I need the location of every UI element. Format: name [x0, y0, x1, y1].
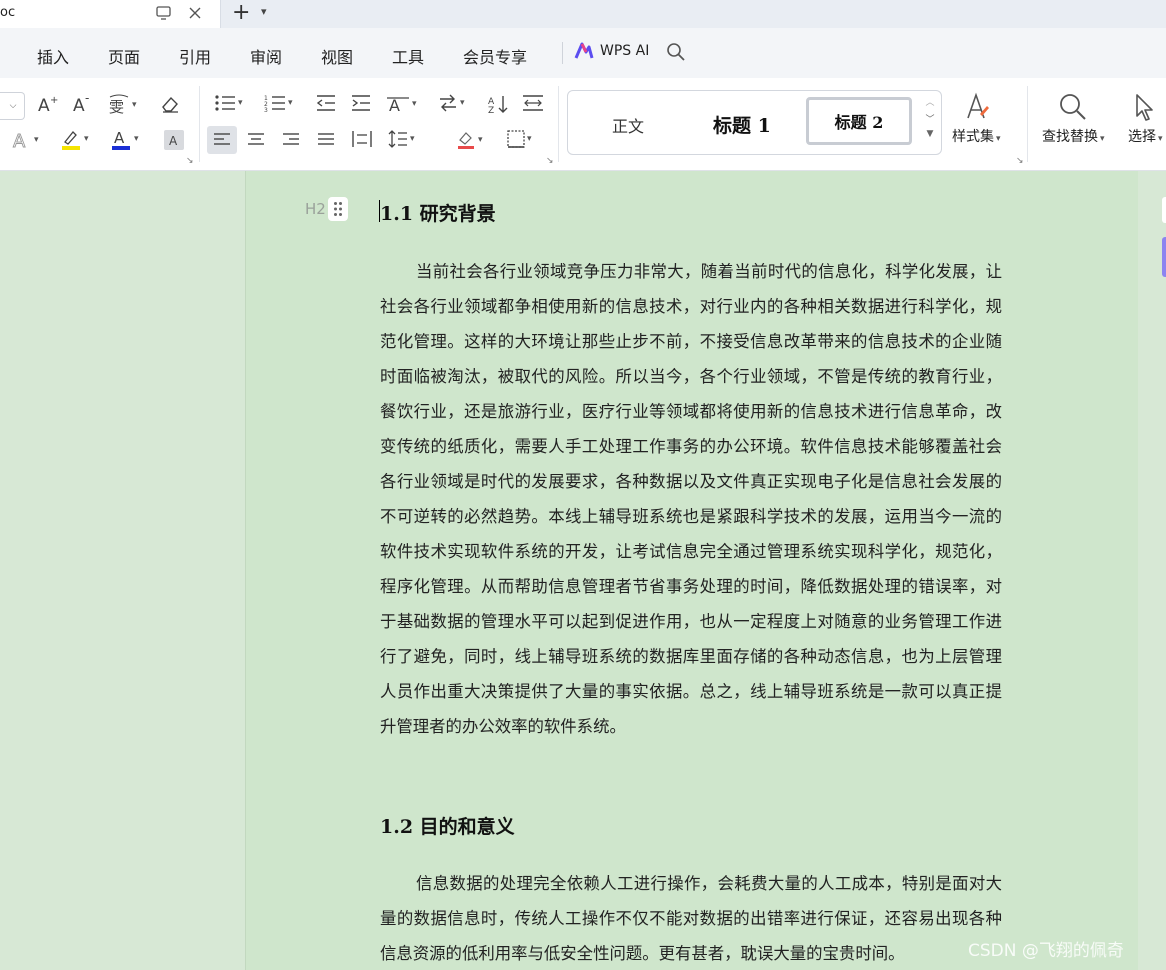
svg-text:+: + [50, 95, 58, 106]
grow-font-icon[interactable]: A + [38, 94, 60, 114]
wps-ai-logo-icon [574, 42, 594, 59]
style-normal[interactable]: 正文 [612, 113, 644, 137]
document-tab[interactable]: oc [0, 0, 221, 28]
increase-indent-icon[interactable] [351, 94, 371, 112]
style-set-button[interactable]: 样式集 ▾ [952, 92, 1001, 146]
style-heading-2[interactable]: 标题 2 [806, 97, 912, 145]
select-label: 选择 [1128, 129, 1156, 145]
style-set-label: 样式集 [952, 129, 994, 145]
menu-divider [562, 42, 563, 64]
find-replace-button[interactable]: 查找替换 ▾ [1042, 92, 1105, 146]
numbered-list-icon[interactable]: 1 2 3 ▾ [264, 94, 293, 112]
paragraph-dialog-launcher-icon[interactable]: ↘ [546, 156, 554, 166]
styles-dialog-launcher-icon[interactable]: ↘ [1016, 156, 1024, 166]
cursor-arrow-icon [1136, 94, 1154, 121]
drag-handle-icon[interactable] [328, 197, 348, 221]
ribbon-divider [199, 86, 200, 162]
phonetic-guide-icon[interactable]: 雯 ▾ [108, 94, 137, 116]
search-icon[interactable] [666, 42, 686, 66]
menu-references[interactable]: 引用 [179, 44, 211, 68]
font-size-dropdown[interactable]: ⌵ [0, 92, 25, 120]
tab-strip: oc + ▾ [0, 0, 1166, 28]
svg-text:A: A [73, 96, 85, 114]
chevron-down-icon[interactable]: ▾ [261, 5, 267, 18]
select-button[interactable]: 选择 ▾ [1128, 92, 1163, 146]
menu-page[interactable]: 页面 [108, 44, 140, 68]
svg-text:A: A [38, 96, 50, 114]
svg-text:A: A [389, 96, 400, 114]
paragraph-shading-icon[interactable]: ▾ [456, 130, 483, 150]
wps-writer-window: oc + ▾ 插入 页面 引用 审阅 视图 工具 会员专享 WPS AI ⌵ A… [0, 0, 1166, 970]
paragraph-purpose-significance[interactable]: 信息数据的处理完全依赖人工进行操作，会耗费大量的人工成本，特别是面对大量的数据信… [380, 866, 1002, 970]
svg-text:Z: Z [488, 106, 494, 114]
right-side-rail [1138, 171, 1166, 970]
show-hide-marks-icon[interactable] [522, 94, 544, 112]
chevron-up-icon[interactable]: ︿ [925, 95, 934, 108]
wps-ai-button[interactable]: WPS AI [574, 42, 649, 60]
find-magnifier-icon [1060, 94, 1086, 120]
ribbon-divider [1027, 86, 1028, 162]
paragraph-research-background[interactable]: 当前社会各行业领域竞争压力非常大，随着当前时代的信息化，科学化发展，让社会各行业… [380, 254, 1002, 744]
menu-membership[interactable]: 会员专享 [463, 44, 527, 68]
chevron-down-icon[interactable]: ﹀ [925, 112, 934, 125]
align-center-icon[interactable] [247, 132, 265, 148]
style-heading-1[interactable]: 标题 1 [713, 111, 771, 138]
justify-icon[interactable] [317, 132, 335, 148]
svg-text:3: 3 [264, 107, 268, 112]
svg-text:A: A [114, 129, 125, 147]
style-gallery: 正文 标题 1 标题 2 ︿ ﹀ ▼ [567, 90, 942, 155]
character-shading-icon[interactable]: A [164, 130, 184, 150]
align-right-icon[interactable] [282, 132, 300, 148]
svg-text:-: - [85, 94, 89, 105]
distributed-align-icon[interactable] [352, 130, 372, 148]
text-effect-icon[interactable]: A ▾ [12, 130, 39, 150]
bullet-list-icon[interactable]: ▾ [214, 94, 243, 112]
ribbon-toolbar: ⌵ A + A- 雯 ▾ A ▾ ▾ A ▾ A ↘ ▾ 1 2 3 ▾ A ▾… [0, 78, 1166, 171]
svg-text:A: A [169, 134, 178, 147]
svg-text:A: A [13, 131, 26, 150]
gallery-scroll-controls: ︿ ﹀ ▼ [922, 95, 938, 139]
find-replace-label: 查找替换 [1042, 129, 1098, 145]
menu-bar: 插入 页面 引用 审阅 视图 工具 会员专享 WPS AI [0, 28, 1166, 79]
style-set-icon [967, 92, 990, 119]
document-tab-title: oc [0, 5, 16, 20]
decrease-indent-icon[interactable] [316, 94, 336, 112]
svg-text:雯: 雯 [109, 98, 124, 116]
font-color-icon[interactable]: A ▾ [110, 128, 139, 150]
ribbon-divider [558, 86, 559, 162]
line-spacing-icon[interactable]: ▾ [388, 130, 415, 148]
highlight-color-icon[interactable]: ▾ [60, 128, 89, 150]
new-tab-plus-icon[interactable]: + [232, 1, 250, 25]
heading-purpose-significance[interactable]: 1.2 目的和意义 [380, 812, 515, 839]
shrink-font-icon[interactable]: A- [73, 94, 95, 114]
side-panel-tab[interactable] [1162, 197, 1166, 223]
style-heading-2-label: 标题 2 [834, 113, 884, 132]
wps-ai-label: WPS AI [600, 43, 650, 59]
menu-view[interactable]: 视图 [321, 44, 353, 68]
watermark-text: CSDN @飞翔的佩奇 [968, 941, 1124, 961]
borders-icon[interactable]: ▾ [507, 130, 532, 148]
menu-review[interactable]: 审阅 [250, 44, 282, 68]
side-panel-tab-active[interactable] [1162, 237, 1166, 277]
menu-tools[interactable]: 工具 [392, 44, 424, 68]
character-spacing-icon[interactable]: A ▾ [386, 94, 417, 114]
menu-insert[interactable]: 插入 [37, 44, 69, 68]
font-dialog-launcher-icon[interactable]: ↘ [186, 156, 194, 166]
clear-format-eraser-icon[interactable] [160, 94, 180, 114]
monitor-icon[interactable] [154, 4, 172, 22]
close-icon[interactable] [186, 4, 204, 22]
expand-gallery-icon[interactable]: ▼ [927, 129, 934, 139]
heading-research-background[interactable]: 1.1 研究背景 [380, 199, 496, 226]
text-direction-icon[interactable]: ▾ [438, 94, 465, 112]
heading-level-marker: H2 [305, 200, 326, 218]
sort-icon[interactable]: AZ [488, 94, 510, 114]
align-left-icon[interactable] [207, 126, 237, 154]
